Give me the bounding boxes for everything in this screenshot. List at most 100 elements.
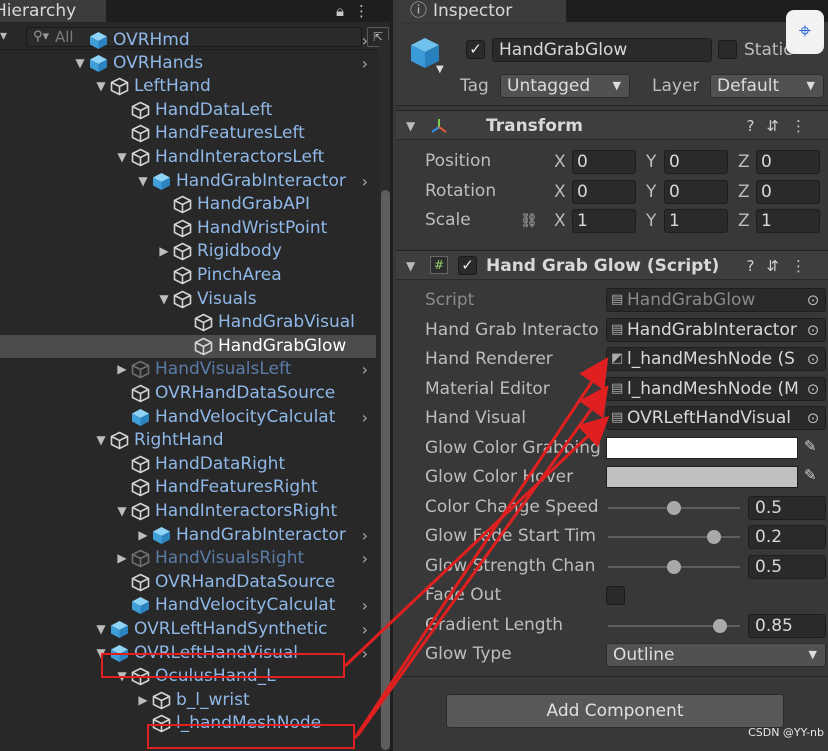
hierarchy-item[interactable]: ▼ RightHand: [0, 429, 376, 452]
foldout-arrow-icon[interactable]: ▼: [406, 251, 415, 281]
hierarchy-tab[interactable]: Hierarchy: [0, 0, 106, 22]
expand-arrow-down-icon[interactable]: ▼: [73, 52, 87, 75]
expand-arrow-right-icon[interactable]: ▶: [115, 547, 129, 570]
transform-y-field[interactable]: 1: [664, 209, 728, 233]
fade-out-checkbox[interactable]: [606, 586, 625, 605]
scrollbar-thumb[interactable]: [381, 190, 390, 750]
slider-value-field[interactable]: 0.85: [748, 613, 826, 638]
expand-arrow-down-icon[interactable]: ▼: [136, 170, 150, 193]
hierarchy-item[interactable]: OVRHandDataSource: [0, 382, 376, 405]
color-field[interactable]: [606, 466, 798, 488]
eyedropper-icon[interactable]: ✎: [804, 437, 817, 455]
expand-arrow-right-icon[interactable]: ▶: [136, 689, 150, 712]
hierarchy-item[interactable]: HandVelocityCalculat ›: [0, 406, 376, 429]
transform-x-field[interactable]: 1: [572, 209, 636, 233]
hierarchy-item[interactable]: HandWristPoint: [0, 217, 376, 240]
expand-arrow-down-icon[interactable]: ▼: [157, 288, 171, 311]
object-reference-field[interactable]: ▤ OVRLeftHandVisual ⊙: [606, 406, 826, 430]
kebab-menu-icon[interactable]: ⋮: [791, 257, 818, 275]
hierarchy-item[interactable]: ▶ HandVisualsLeft ›: [0, 358, 376, 381]
constrain-proportions-icon[interactable]: ⛓: [520, 209, 538, 233]
hierarchy-item[interactable]: ▼ HandInteractorsLeft: [0, 146, 376, 169]
hierarchy-item[interactable]: HandDataLeft: [0, 99, 376, 122]
eyedropper-icon[interactable]: ✎: [804, 466, 817, 484]
kebab-menu-icon[interactable]: ⋮: [791, 117, 818, 135]
expand-arrow-down-icon[interactable]: ▼: [94, 618, 108, 641]
static-checkbox[interactable]: [718, 40, 737, 59]
object-picker-icon[interactable]: ⊙: [805, 348, 821, 370]
expand-arrow-down-icon[interactable]: ▼: [115, 500, 129, 523]
hierarchy-item[interactable]: HandDataRight: [0, 453, 376, 476]
kebab-menu-icon[interactable]: ⋮: [354, 2, 379, 20]
slider-handle[interactable]: [667, 500, 681, 515]
transform-header[interactable]: ▼ Transform ?⇵⋮: [396, 110, 828, 140]
hierarchy-item[interactable]: OVRHmd ›: [0, 29, 376, 52]
chevron-right-icon[interactable]: ›: [362, 170, 368, 193]
transform-z-field[interactable]: 0: [756, 150, 820, 174]
hierarchy-item[interactable]: HandFeaturesLeft: [0, 122, 376, 145]
hierarchy-item[interactable]: ▼ LeftHand: [0, 75, 376, 98]
presets-icon[interactable]: ⇵: [766, 257, 791, 275]
hierarchy-item[interactable]: ▼ HandGrabInteractor ›: [0, 170, 376, 193]
chevron-right-icon[interactable]: ›: [362, 594, 368, 617]
layer-dropdown[interactable]: Default ▼: [710, 74, 824, 98]
script-enabled-checkbox[interactable]: ✓: [458, 256, 477, 275]
tag-dropdown[interactable]: Untagged ▼: [500, 74, 630, 98]
expand-arrow-down-icon[interactable]: ▼: [94, 429, 108, 452]
expand-arrow-right-icon[interactable]: ▶: [136, 524, 150, 547]
hierarchy-scrollbar[interactable]: [379, 40, 390, 751]
slider-handle[interactable]: [713, 618, 728, 633]
help-icon[interactable]: ?: [746, 257, 766, 275]
hierarchy-item[interactable]: HandGrabGlow: [0, 334, 376, 358]
hierarchy-item[interactable]: ▶ HandGrabInteractor ›: [0, 524, 376, 547]
hierarchy-item[interactable]: HandFeaturesRight: [0, 476, 376, 499]
chevron-right-icon[interactable]: ›: [362, 406, 368, 429]
object-reference-field[interactable]: ◩ l_handMeshNode (S ⊙: [606, 347, 826, 371]
slider-value-field[interactable]: 0.2: [748, 525, 826, 549]
chevron-right-icon[interactable]: ›: [362, 358, 368, 381]
hierarchy-item[interactable]: OVRHandDataSource: [0, 571, 376, 594]
hierarchy-item[interactable]: HandVelocityCalculat ›: [0, 594, 376, 617]
object-reference-field[interactable]: ▤ l_handMeshNode (M ⊙: [606, 376, 826, 401]
expand-arrow-down-icon[interactable]: ▼: [94, 75, 108, 98]
object-picker-icon[interactable]: ⊙: [805, 407, 821, 429]
chevron-right-icon[interactable]: ›: [362, 547, 368, 570]
hierarchy-item[interactable]: ▼ HandInteractorsRight: [0, 500, 376, 523]
expand-arrow-down-icon[interactable]: ▼: [115, 146, 129, 169]
add-component-button[interactable]: Add Component: [446, 694, 784, 728]
transform-y-field[interactable]: 0: [664, 179, 728, 204]
transform-x-field[interactable]: 0: [572, 179, 636, 204]
hierarchy-item[interactable]: ▼ OVRLeftHandSynthetic ›: [0, 618, 376, 641]
hierarchy-item[interactable]: PinchArea: [0, 264, 376, 287]
transform-z-field[interactable]: 1: [756, 209, 820, 233]
expand-arrow-right-icon[interactable]: ▶: [157, 240, 171, 263]
chevron-right-icon[interactable]: ›: [362, 29, 368, 52]
glow-type-dropdown[interactable]: Outline ▼: [606, 643, 826, 667]
chevron-right-icon[interactable]: ›: [362, 618, 368, 641]
object-picker-icon[interactable]: ⊙: [805, 289, 821, 311]
chevron-right-icon[interactable]: ›: [362, 524, 368, 547]
transform-y-field[interactable]: 0: [664, 150, 728, 174]
lock-icon[interactable]: 🔒︎: [336, 2, 354, 20]
hierarchy-item[interactable]: HandGrabVisual: [0, 311, 376, 334]
icon-dropdown-icon[interactable]: ▼: [436, 64, 444, 75]
expand-arrow-right-icon[interactable]: ▶: [115, 358, 129, 381]
chevron-right-icon[interactable]: ›: [362, 52, 368, 75]
color-field[interactable]: [606, 436, 798, 459]
foldout-arrow-icon[interactable]: ▼: [406, 111, 415, 141]
hierarchy-item[interactable]: HandGrabAPI: [0, 193, 376, 216]
inspector-tab[interactable]: ⓘ Inspector: [396, 0, 566, 22]
hierarchy-item[interactable]: ▼ Visuals: [0, 288, 376, 311]
object-picker-icon[interactable]: ⊙: [805, 318, 821, 341]
slider-value-field[interactable]: 0.5: [748, 495, 826, 520]
slider-handle[interactable]: [667, 559, 681, 574]
help-icon[interactable]: ?: [746, 117, 766, 135]
slider-value-field[interactable]: 0.5: [748, 554, 826, 579]
presets-icon[interactable]: ⇵: [766, 117, 791, 135]
object-picker-icon[interactable]: ⊙: [805, 377, 821, 400]
object-reference-field[interactable]: ▤ HandGrabInteractor ⊙: [606, 317, 826, 342]
object-name-field[interactable]: HandGrabGlow: [492, 38, 712, 62]
active-checkbox[interactable]: ✓: [466, 40, 485, 59]
script-component-header[interactable]: ▼ # ✓ Hand Grab Glow (Script) ?⇵⋮: [396, 250, 828, 280]
transform-x-field[interactable]: 0: [572, 150, 636, 174]
